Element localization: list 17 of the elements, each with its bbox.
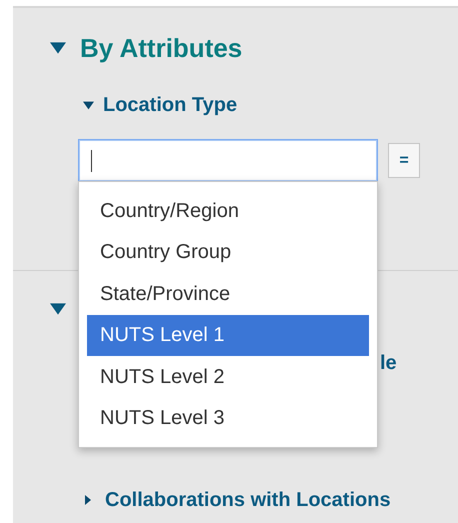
filter-title[interactable]: Location Type: [103, 95, 238, 115]
expanded-triangle-icon[interactable]: [50, 40, 66, 56]
dropdown-option[interactable]: NUTS Level 2: [87, 356, 369, 398]
operator-button[interactable]: =: [388, 143, 420, 178]
dropdown-option[interactable]: State/Province: [87, 273, 369, 314]
collapsed-triangle-icon[interactable]: [83, 495, 93, 505]
search-field[interactable]: [78, 139, 378, 182]
section-item-label: le: [380, 352, 397, 374]
text-cursor: [91, 150, 92, 172]
dropdown-option[interactable]: Country/Region: [87, 190, 369, 232]
section-item[interactable]: Collaborations with Locations: [105, 490, 391, 510]
dropdown-option[interactable]: NUTS Level 3: [87, 398, 369, 439]
dropdown-option[interactable]: NUTS Level 1: [87, 314, 369, 356]
expanded-triangle-icon[interactable]: [83, 100, 94, 110]
expanded-triangle-icon[interactable]: [50, 301, 66, 317]
dropdown-option[interactable]: Country Group: [87, 232, 369, 273]
section-title[interactable]: By Attributes: [80, 35, 242, 61]
